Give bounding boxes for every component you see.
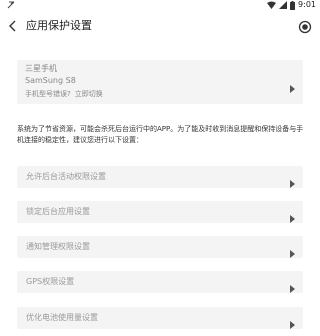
back-arrow-icon[interactable] xyxy=(6,18,20,34)
setting-label: 允许后台活动权限设置 xyxy=(26,172,106,181)
cell-signal-icon xyxy=(279,1,288,9)
setting-lock-background-app[interactable]: 锁定后台应用设置 xyxy=(17,201,303,223)
device-model: SamSung S8 xyxy=(25,76,76,85)
status-bar: 9:01 xyxy=(0,0,320,12)
caret-right-icon xyxy=(290,173,295,188)
caret-right-icon xyxy=(290,314,295,329)
record-icon[interactable] xyxy=(298,19,312,34)
setting-label: 锁定后台应用设置 xyxy=(26,207,90,216)
setting-battery-optimization[interactable]: 优化电池使用量设置 xyxy=(17,307,303,329)
toolbar: 应用保护设置 xyxy=(0,12,320,42)
device-question-row: 手机型号错误? 立即切换 xyxy=(25,89,103,99)
setting-background-activity[interactable]: 允许后台活动权限设置 xyxy=(17,166,303,188)
setting-label: 优化电池使用量设置 xyxy=(26,313,98,322)
caret-right-icon xyxy=(290,278,295,293)
caret-right-icon xyxy=(290,78,295,93)
device-card[interactable]: 三星手机 SamSung S8 手机型号错误? 立即切换 xyxy=(17,60,303,104)
setting-gps-permission[interactable]: GPS权限设置 xyxy=(17,271,303,293)
caret-right-icon xyxy=(290,208,295,223)
setting-label: 通知管理权限设置 xyxy=(26,242,90,251)
switch-device-link[interactable]: 立即切换 xyxy=(75,90,103,98)
device-question: 手机型号错误? xyxy=(25,90,71,98)
wifi-icon xyxy=(267,1,277,9)
battery-icon xyxy=(290,0,296,10)
status-time: 9:01 xyxy=(298,0,316,9)
page-title: 应用保护设置 xyxy=(26,19,92,32)
device-brand: 三星手机 xyxy=(25,64,57,73)
caret-right-icon xyxy=(290,243,295,258)
description-text: 系统为了节省资源，可能会杀死后台运行中的APP。为了能及时收到消息提醒和保持设备… xyxy=(17,125,304,144)
setting-label: GPS权限设置 xyxy=(26,277,75,286)
setting-notification-permission[interactable]: 通知管理权限设置 xyxy=(17,236,303,258)
